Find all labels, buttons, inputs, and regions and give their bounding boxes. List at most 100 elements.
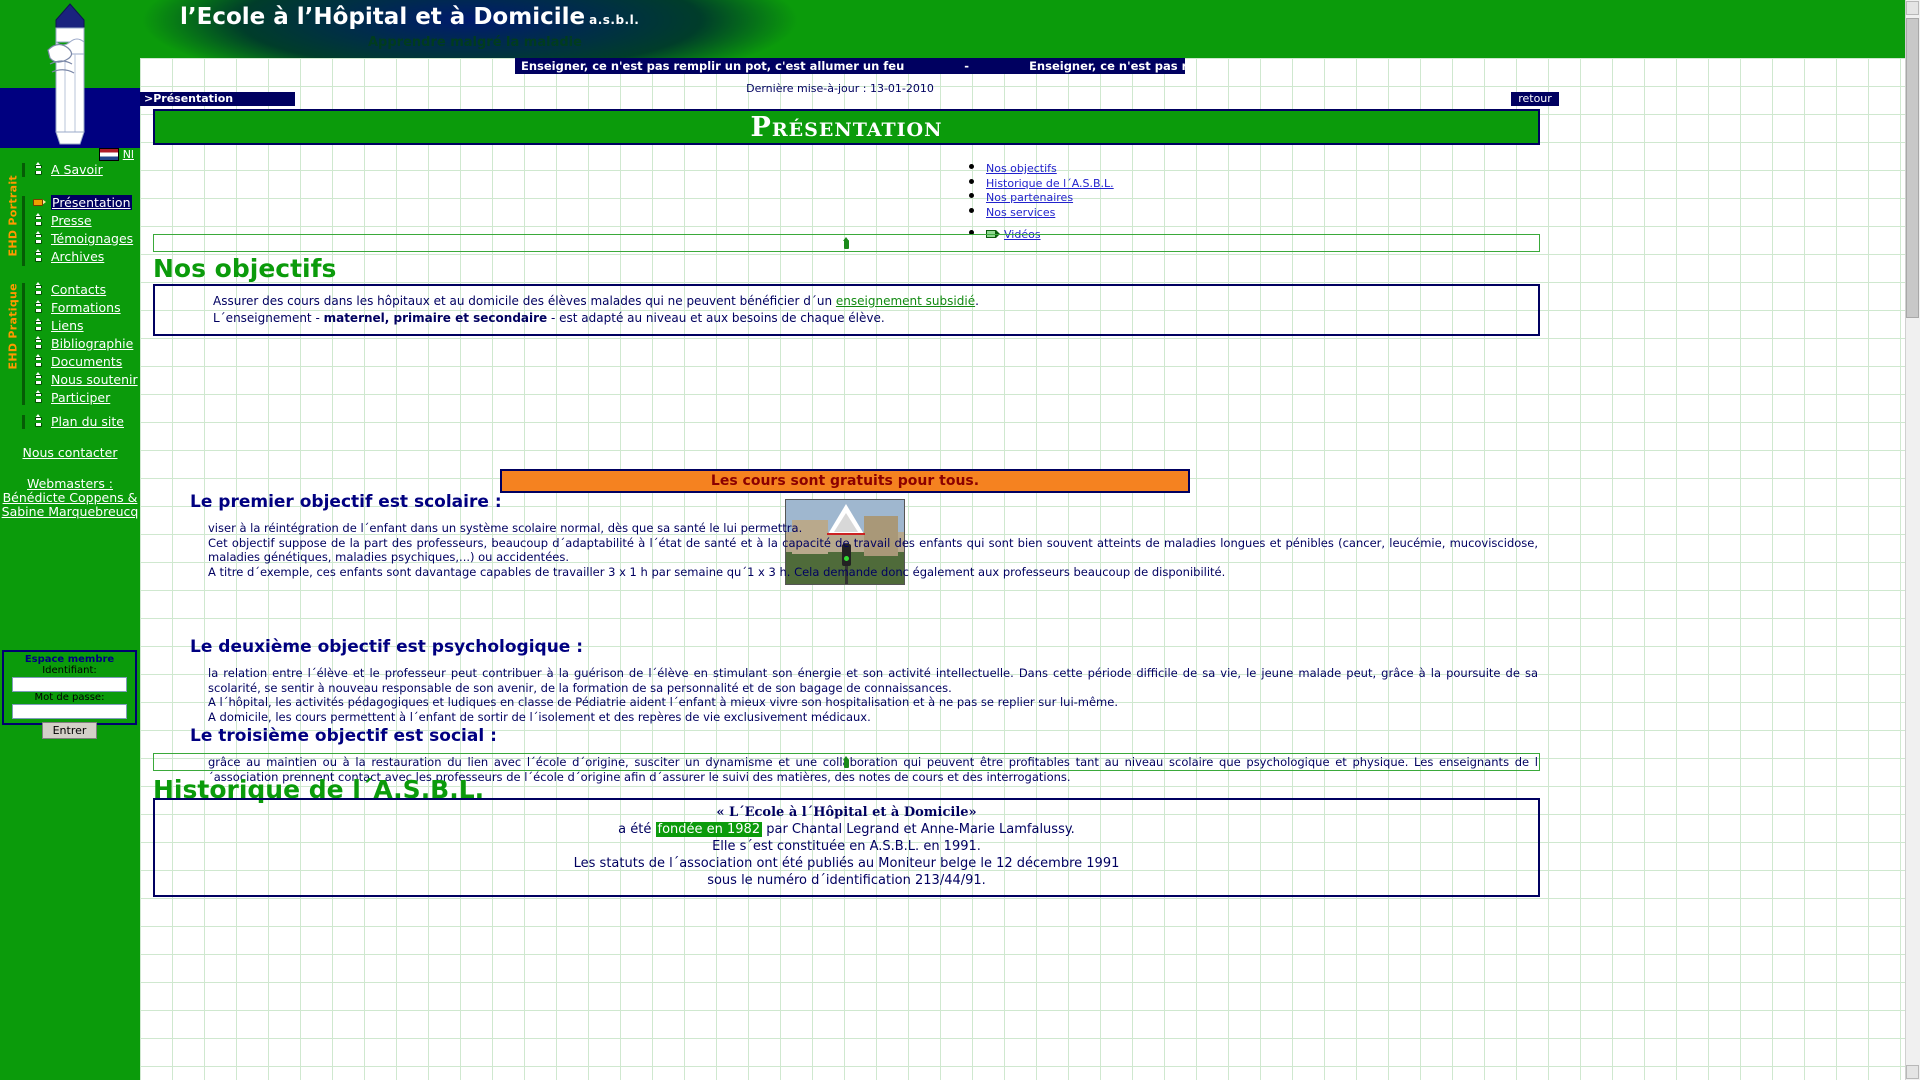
sidebar-item-label: Plan du site <box>51 413 124 429</box>
nl-flag-icon <box>98 147 119 161</box>
pencil-icon <box>32 299 45 315</box>
site-title-asbl: a.s.b.l. <box>589 13 640 27</box>
nav-group-portrait: EHD Portrait Présentation Presse Témoign… <box>0 175 140 269</box>
marquee-banner: Enseigner, ce n'est pas remplir un pot, … <box>515 58 1185 74</box>
sidebar-item-formations[interactable]: Formations <box>0 298 140 316</box>
scrollbar-thumb[interactable] <box>1906 18 1919 318</box>
sidebar-item-participer[interactable]: Participer <box>0 388 140 406</box>
username-input[interactable] <box>12 677 127 692</box>
toc-link-objectifs[interactable]: Nos objectifs <box>986 162 1057 175</box>
objective-1-p1: viser à la réintégration de l´enfant dan… <box>208 521 803 535</box>
history-box: « L´Ecole à l´Hôpital et à Domicile» a é… <box>153 798 1540 897</box>
sidebar-webmaster-2[interactable]: Sabine Marquebreucq <box>0 504 140 519</box>
member-login-box: Espace membre Identifiant: Mot de passe:… <box>2 650 137 739</box>
sidebar-webmasters-label[interactable]: Webmasters : <box>0 476 140 491</box>
sidebar-item-label: Liens <box>51 317 84 333</box>
username-label: Identifiant: <box>42 665 97 676</box>
sidebar-item-archives[interactable]: Archives <box>0 247 140 265</box>
scroll-down-arrow[interactable] <box>1906 1065 1919 1079</box>
pencil-icon <box>32 413 45 429</box>
objective-2-p3: A domicile, les cours permettent à l´enf… <box>208 709 871 724</box>
password-input[interactable] <box>12 704 127 719</box>
login-submit-button[interactable]: Entrer <box>41 722 98 739</box>
sidebar-item-liens[interactable]: Liens <box>0 316 140 334</box>
history-highlight: fondée en 1982 <box>655 822 763 837</box>
pencil-icon <box>32 371 45 387</box>
last-update-text: Dernière mise-à-jour : 13-01-2010 <box>746 82 934 95</box>
history-line-2-b: par Chantal Legrand et Anne-Marie Lamfal… <box>762 822 1075 837</box>
sidebar-item-plan-du-site[interactable]: Plan du site <box>0 412 140 430</box>
sidebar-webmaster-1[interactable]: Bénédicte Coppens & <box>0 490 140 505</box>
intro-line-1-a: Assurer des cours dans les hôpitaux et a… <box>213 294 836 308</box>
sidebar-item-presse[interactable]: Presse <box>0 211 140 229</box>
toc-link-historique[interactable]: Historique de l´A.S.B.L. <box>986 177 1114 190</box>
pencil-icon <box>32 161 45 177</box>
pencil-divider-icon <box>842 237 852 250</box>
scroll-up-arrow[interactable] <box>1906 1 1919 15</box>
history-line-4: Les statuts de l´association ont été pub… <box>573 856 1120 871</box>
intro-line-2-b: - est adapté au niveau et aux besoins de… <box>547 311 885 325</box>
intro-line-1: Assurer des cours dans les hôpitaux et a… <box>213 294 1538 309</box>
sidebar-item-label: Documents <box>51 353 123 369</box>
pencil-icon <box>32 317 45 333</box>
intro-box: Assurer des cours dans les hôpitaux et a… <box>153 284 1540 336</box>
sidebar-item-label: Participer <box>51 389 111 405</box>
marquee-text-1: Enseigner, ce n'est pas remplir un pot, … <box>521 59 905 73</box>
sidebar-item-label: Présentation <box>51 194 132 210</box>
page-title: Présentation <box>153 109 1540 145</box>
nav-group-sitemap: Plan du site <box>0 412 140 432</box>
sidebar-item-bibliographie[interactable]: Bibliographie <box>0 334 140 352</box>
password-label: Mot de passe: <box>34 692 105 703</box>
section-divider-top <box>153 234 1540 252</box>
history-line-5: sous le numéro d´identification 213/44/9… <box>707 873 986 888</box>
sidebar-item-a-savoir[interactable]: A Savoir <box>0 160 140 178</box>
enseignement-subsidie-link[interactable]: enseignement subsidié <box>836 294 975 308</box>
pencil-divider-icon <box>842 756 852 769</box>
pencil-horizontal-icon <box>32 195 46 210</box>
site-title-text: l’Ecole à l’Hôpital et à Domicile <box>180 4 586 30</box>
sidebar-item-label: Témoignages <box>51 230 134 246</box>
sidebar-item-documents[interactable]: Documents <box>0 352 140 370</box>
sidebar-contact-link[interactable]: Nous contacter <box>0 445 140 460</box>
breadcrumb: >Présentation <box>140 92 295 106</box>
history-title: « L´Ecole à l´Hôpital et à Domicile» <box>716 805 977 820</box>
intro-line-2-a: L´enseignement - <box>213 311 324 325</box>
toc-link-services[interactable]: Nos services <box>986 206 1055 219</box>
pencil-icon <box>32 230 45 246</box>
sidebar-item-label: Formations <box>51 299 121 315</box>
pencil-icon <box>32 353 45 369</box>
sidebar-item-contacts[interactable]: Contacts <box>0 280 140 298</box>
sidebar-item-label: A Savoir <box>51 161 103 177</box>
objective-2-heading: Le deuxième objectif est psychologique : <box>190 637 584 657</box>
intro-line-2: L´enseignement - maternel, primaire et s… <box>213 311 1538 326</box>
pencil-icon <box>32 212 45 228</box>
vertical-scrollbar[interactable] <box>1905 0 1920 1080</box>
sidebar-item-nous-soutenir[interactable]: Nous soutenir <box>0 370 140 388</box>
back-button[interactable]: retour <box>1511 92 1559 106</box>
marquee-separator: - <box>964 59 970 73</box>
objective-3-heading: Le troisième objectif est social : <box>190 726 497 746</box>
site-tagline: Apprendre malgré la maladie <box>368 35 582 50</box>
objective-2-p2: A l´hôpital, les activités pédagogiques … <box>208 695 1118 709</box>
sidebar-item-temoignages[interactable]: Témoignages <box>0 229 140 247</box>
sidebar-item-presentation[interactable]: Présentation <box>0 193 140 211</box>
toc-link-partenaires[interactable]: Nos partenaires <box>986 191 1073 204</box>
objective-2-p1: la relation entre l´élève et le professe… <box>208 666 1538 695</box>
history-line-2-a: a été <box>618 822 656 837</box>
objective-1-p3: A titre d´exemple, ces enfants sont dava… <box>208 564 1226 579</box>
language-label[interactable]: Nl <box>123 148 134 161</box>
intro-line-1-b: . <box>975 294 979 308</box>
nav-group-pratique: EHD Pratique Contacts Formations Liens B… <box>0 280 140 408</box>
sidebar-item-label: Contacts <box>51 281 107 297</box>
toc-item: Historique de l´A.S.B.L. <box>986 176 1270 189</box>
pencil-icon <box>32 389 45 405</box>
objective-2-body: la relation entre l´élève et le professe… <box>208 666 1538 724</box>
intro-line-2-bold: maternel, primaire et secondaire <box>323 311 548 325</box>
pencil-icon <box>32 335 45 351</box>
site-title: l’Ecole à l’Hôpital et à Domicile a.s.b.l… <box>180 4 639 30</box>
page-canvas: Enseigner, ce n'est pas remplir un pot, … <box>140 58 1920 1080</box>
marquee-text-2: Enseigner, ce n'est pas remplir un pot, … <box>1029 59 1185 73</box>
free-courses-banner: Les cours sont gratuits pour tous. <box>500 469 1190 493</box>
page-root: Nl A Savoir EHD Portrait Présentation Pr… <box>0 0 1920 1080</box>
table-of-contents: Nos objectifs Historique de l´A.S.B.L. N… <box>970 161 1270 241</box>
